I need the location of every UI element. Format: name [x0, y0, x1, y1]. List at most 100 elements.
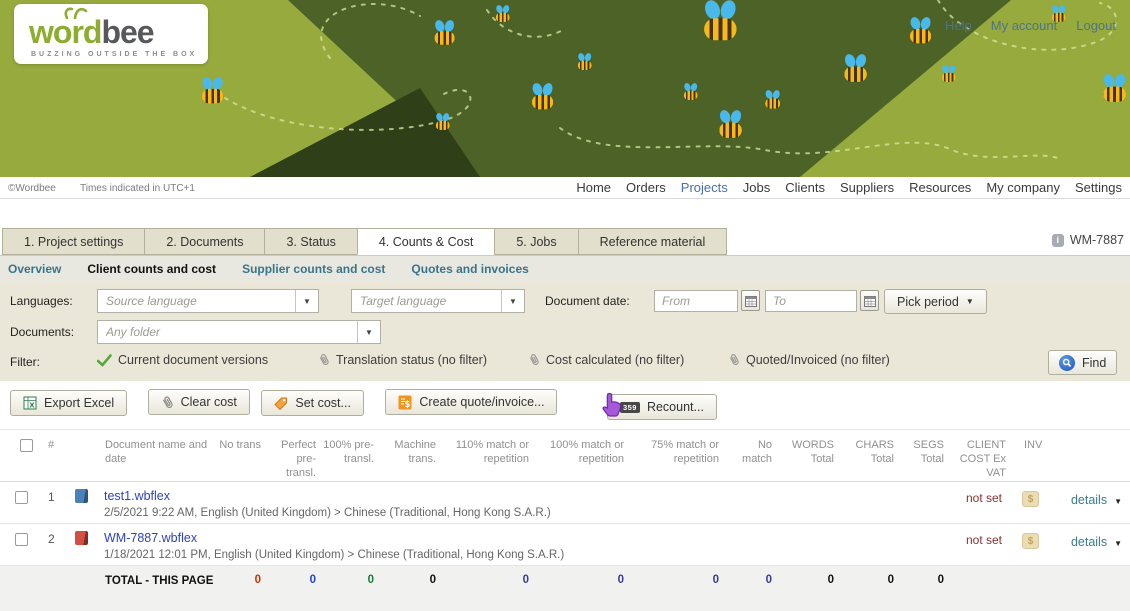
column-header-100-match: 100% match or repetition	[535, 430, 630, 481]
bee-illustration	[844, 61, 867, 83]
column-header-110-match: 110% match or repetition	[442, 430, 535, 481]
details-button[interactable]: details ▼	[1048, 523, 1130, 565]
project-ref-label: WM-7887	[1070, 233, 1124, 247]
client-cost-value: not set	[950, 523, 1012, 565]
copyright-text: ©Wordbee	[8, 183, 56, 194]
total-value-machine-trans: 0	[380, 565, 442, 611]
source-language-select[interactable]: ▼	[97, 289, 319, 313]
filter-chip-label: Cost calculated (no filter)	[546, 353, 684, 367]
tab-documents[interactable]: 2. Documents	[144, 228, 265, 255]
nav-item-settings[interactable]: Settings	[1075, 180, 1122, 195]
subtab-supplier-counts[interactable]: Supplier counts and cost	[242, 262, 385, 276]
recount-button[interactable]: 359 Recount...	[607, 394, 717, 420]
tab-jobs[interactable]: 5. Jobs	[494, 228, 578, 255]
folder-input[interactable]	[98, 321, 357, 343]
bee-illustration	[436, 117, 450, 130]
nav-item-suppliers[interactable]: Suppliers	[840, 180, 894, 195]
timezone-note: Times indicated in UTC+1	[80, 183, 195, 194]
column-header-words-total: WORDS Total	[778, 430, 840, 481]
invoice-indicator-icon[interactable]: $	[1022, 491, 1039, 507]
nav-item-orders[interactable]: Orders	[626, 180, 666, 195]
details-label[interactable]: details	[1071, 493, 1107, 507]
date-from-input[interactable]	[654, 290, 738, 312]
find-button[interactable]: Find	[1048, 350, 1117, 375]
chevron-down-icon[interactable]: ▼	[501, 290, 524, 312]
chevron-down-icon[interactable]: ▼	[1114, 497, 1122, 506]
target-language-select[interactable]: ▼	[351, 289, 525, 313]
header-row: # Document name and date No trans Perfec…	[0, 430, 1130, 481]
calendar-button[interactable]	[860, 290, 879, 311]
filter-panel: Languages: ▼ ▼ Document date:	[0, 282, 1130, 381]
nav-item-home[interactable]: Home	[576, 180, 611, 195]
row-number: 2	[38, 523, 70, 565]
tab-status[interactable]: 3. Status	[264, 228, 357, 255]
folder-select[interactable]: ▼	[97, 320, 381, 344]
subtab-overview[interactable]: Overview	[8, 262, 61, 276]
nav-item-clients[interactable]: Clients	[785, 180, 825, 195]
total-value-100-pretransl: 0	[322, 565, 380, 611]
select-all-checkbox[interactable]	[20, 439, 33, 452]
date-to-input[interactable]	[765, 290, 857, 312]
bee-illustration	[704, 10, 738, 41]
row-checkbox[interactable]	[15, 533, 28, 546]
invoice-indicator-icon[interactable]: $	[1022, 533, 1039, 549]
bee-illustration	[532, 90, 554, 110]
help-link[interactable]: Help	[945, 18, 972, 33]
clear-cost-button[interactable]: Clear cost	[148, 389, 250, 415]
column-header-number: #	[38, 430, 70, 481]
pick-period-button[interactable]: Pick period ▼	[884, 289, 987, 314]
column-header-perfect-pretransl: Perfect pre-transl.	[267, 430, 322, 481]
nav-item-my-company[interactable]: My company	[986, 180, 1060, 195]
my-account-link[interactable]: My account	[991, 18, 1057, 33]
logo-bee-part: bee	[101, 14, 153, 50]
row-checkbox[interactable]	[15, 491, 28, 504]
bee-illustration	[910, 24, 932, 44]
paperclip-icon	[525, 351, 542, 369]
filter-chip-current-versions[interactable]: Current document versions	[97, 353, 268, 367]
tab-counts-cost[interactable]: 4. Counts & Cost	[357, 228, 496, 255]
bee-illustration	[1103, 81, 1126, 103]
filter-chip-quoted-invoiced[interactable]: Quoted/Invoiced (no filter)	[728, 353, 890, 367]
bee-illustration	[765, 95, 781, 109]
session-links: Help My account Logout	[945, 18, 1116, 33]
filter-chip-cost-calculated[interactable]: Cost calculated (no filter)	[528, 353, 684, 367]
document-icon	[75, 489, 88, 503]
table-row: 2 WM-7887.wbflex 1/18/2021 12:01 PM, Eng…	[0, 523, 1130, 565]
details-button[interactable]: details ▼	[1048, 481, 1130, 523]
chevron-down-icon[interactable]: ▼	[1114, 539, 1122, 548]
total-value-75-match: 0	[630, 565, 725, 611]
chevron-down-icon[interactable]: ▼	[357, 321, 380, 343]
project-ref: i WM-7887	[1052, 233, 1124, 247]
source-language-input[interactable]	[98, 290, 295, 312]
subtab-quotes-invoices[interactable]: Quotes and invoices	[411, 262, 528, 276]
filter-chip-label: Translation status (no filter)	[336, 353, 487, 367]
nav-item-resources[interactable]: Resources	[909, 180, 971, 195]
document-link[interactable]: WM-7887.wbflex	[104, 531, 197, 545]
tab-reference-material[interactable]: Reference material	[578, 228, 728, 255]
row-number: 1	[38, 481, 70, 523]
target-language-input[interactable]	[352, 290, 501, 312]
nav-item-jobs[interactable]: Jobs	[743, 180, 770, 195]
svg-text:$: $	[405, 400, 411, 410]
svg-text:X: X	[29, 401, 35, 409]
calendar-button[interactable]	[741, 290, 760, 311]
column-header-inv: INV	[1012, 430, 1048, 481]
invoice-icon: $	[398, 395, 412, 410]
details-label[interactable]: details	[1071, 535, 1107, 549]
banner: wordbee BUZZING OUTSIDE THE BOX Help My …	[0, 0, 1130, 177]
bee-illustration	[578, 57, 592, 70]
document-link[interactable]: test1.wbflex	[104, 489, 170, 503]
set-cost-button[interactable]: Set cost...	[261, 390, 364, 416]
tag-icon	[274, 396, 288, 410]
subtab-client-counts[interactable]: Client counts and cost	[87, 262, 216, 276]
create-quote-button[interactable]: $ Create quote/invoice...	[385, 389, 557, 415]
logo-wordmark: wordbee	[29, 16, 154, 48]
chevron-down-icon[interactable]: ▼	[295, 290, 318, 312]
document-icon	[75, 531, 88, 545]
logout-link[interactable]: Logout	[1076, 18, 1116, 33]
nav-item-projects[interactable]: Projects	[681, 180, 728, 195]
info-icon[interactable]: i	[1052, 234, 1064, 247]
tab-project-settings[interactable]: 1. Project settings	[2, 228, 145, 255]
export-excel-button[interactable]: X Export Excel	[10, 390, 127, 416]
filter-chip-translation-status[interactable]: Translation status (no filter)	[318, 353, 487, 367]
